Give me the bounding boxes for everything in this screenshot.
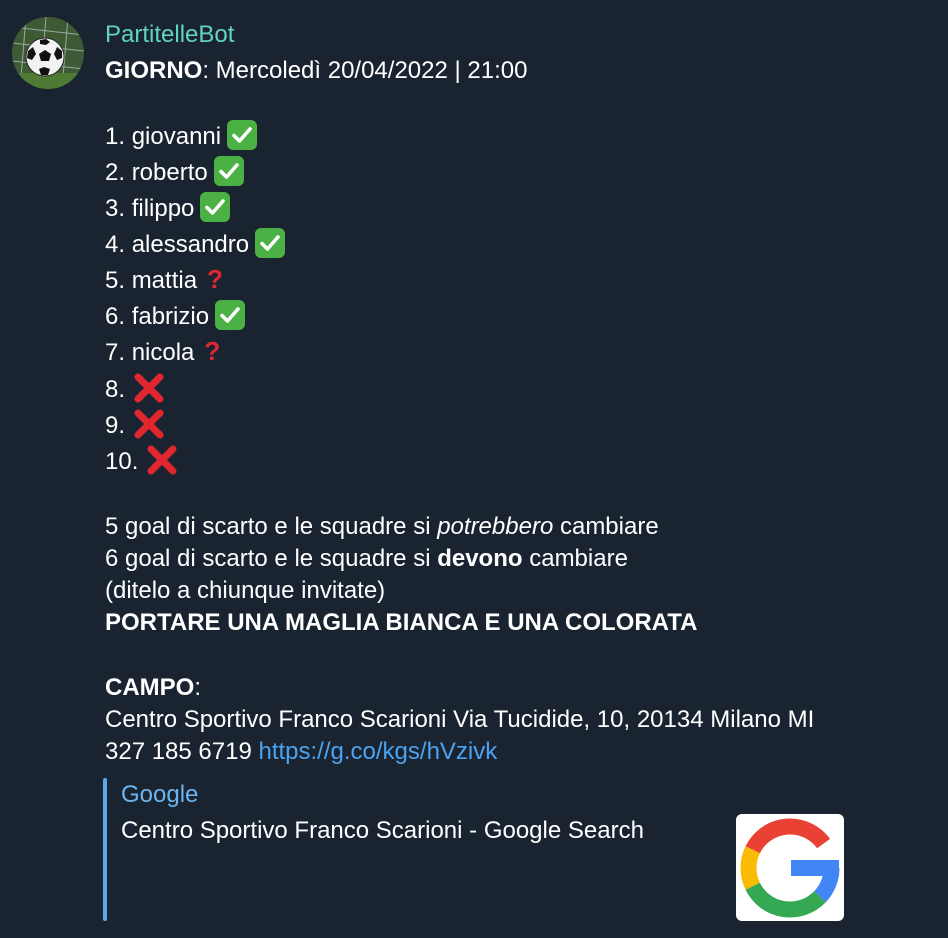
check-mark-icon bbox=[213, 156, 244, 186]
question-mark-icon: ? bbox=[207, 264, 223, 294]
google-logo-icon bbox=[740, 818, 840, 918]
player-name: roberto bbox=[131, 159, 208, 186]
player-row: 3. filippo bbox=[105, 192, 231, 224]
player-row: 7. nicola? bbox=[105, 336, 220, 368]
date-value: : Mercoledì 20/04/2022 | 21:00 bbox=[202, 57, 528, 84]
player-row: 4. alessandro bbox=[105, 228, 286, 260]
cross-mark-icon bbox=[146, 444, 178, 476]
player-number: 9. bbox=[105, 412, 126, 439]
link-preview-title[interactable]: Centro Sportivo Franco Scarioni - Google… bbox=[121, 817, 644, 845]
campo-address: Centro Sportivo Franco Scarioni Via Tuci… bbox=[105, 706, 815, 733]
player-row: 1. giovanni bbox=[105, 120, 258, 152]
rule-line-3: (ditelo a chiunque invitate) bbox=[105, 577, 386, 604]
soccer-ball-avatar-icon bbox=[12, 17, 84, 89]
campo-phone: 327 185 6719 bbox=[105, 738, 259, 765]
player-row: 5. mattia? bbox=[105, 264, 223, 296]
rule-line-1: 5 goal di scarto e le squadre si potrebb… bbox=[105, 513, 659, 540]
player-number: 5. bbox=[105, 267, 126, 294]
check-mark-icon bbox=[255, 228, 286, 258]
cross-mark-icon bbox=[133, 408, 165, 440]
rule-line-2: 6 goal di scarto e le squadre si devono … bbox=[105, 545, 628, 572]
date-line: GIORNO: Mercoledì 20/04/2022 | 21:00 bbox=[105, 56, 527, 86]
player-name: nicola bbox=[131, 339, 195, 366]
player-name: filippo bbox=[131, 195, 195, 222]
link-preview-thumbnail[interactable] bbox=[736, 814, 844, 921]
player-row: 6. fabrizio bbox=[105, 300, 246, 332]
player-number: 4. bbox=[105, 231, 126, 258]
check-mark-icon bbox=[215, 300, 246, 330]
player-row: 8. bbox=[105, 372, 165, 405]
player-row: 2. roberto bbox=[105, 156, 244, 188]
campo-link[interactable]: https://g.co/kgs/hVzivk bbox=[258, 738, 497, 765]
player-name: alessandro bbox=[131, 231, 250, 258]
check-mark-icon bbox=[227, 120, 258, 150]
player-name: fabrizio bbox=[131, 303, 210, 330]
question-mark-icon: ? bbox=[204, 336, 221, 366]
player-number: 3. bbox=[105, 195, 126, 222]
player-number: 7. bbox=[105, 339, 126, 366]
player-number: 2. bbox=[105, 159, 126, 186]
rule-line-4: PORTARE UNA MAGLIA BIANCA E UNA COLORATA bbox=[105, 609, 698, 636]
campo-heading: CAMPO: bbox=[105, 674, 202, 701]
check-mark-icon bbox=[200, 192, 231, 222]
player-name: giovanni bbox=[131, 123, 222, 150]
date-label: GIORNO bbox=[105, 57, 203, 84]
player-name: mattia bbox=[131, 267, 198, 294]
player-row: 10. bbox=[105, 444, 178, 477]
player-number: 10. bbox=[105, 448, 139, 475]
link-preview-site[interactable]: Google bbox=[121, 781, 198, 809]
player-row: 9. bbox=[105, 408, 165, 441]
sender-name[interactable]: PartitelleBot bbox=[105, 21, 234, 49]
link-preview-bar bbox=[103, 778, 107, 921]
bot-avatar[interactable] bbox=[12, 17, 84, 89]
player-number: 8. bbox=[105, 376, 126, 403]
player-number: 1. bbox=[105, 123, 126, 150]
player-number: 6. bbox=[105, 303, 126, 330]
campo-contact: 327 185 6719 https://g.co/kgs/hVzivk bbox=[105, 737, 497, 767]
cross-mark-icon bbox=[133, 372, 165, 404]
